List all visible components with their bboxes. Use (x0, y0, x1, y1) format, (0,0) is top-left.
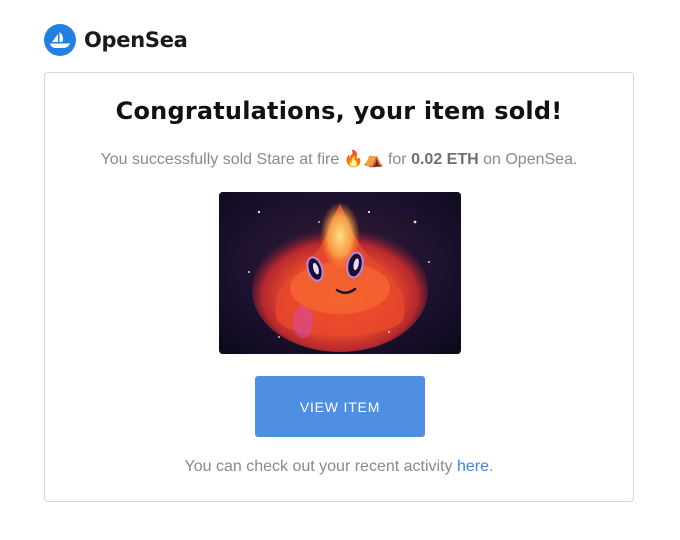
brand-name: OpenSea (84, 28, 188, 52)
footer-suffix: . (489, 458, 494, 475)
sale-notification-card: Congratulations, your item sold! You suc… (44, 72, 634, 502)
footer-prefix: You can check out your recent activity (184, 458, 457, 475)
view-item-button[interactable]: VIEW ITEM (255, 376, 425, 437)
recent-activity-note: You can check out your recent activity h… (45, 458, 633, 476)
sold-suffix: on OpenSea. (478, 151, 578, 168)
item-name: Stare at fire (256, 151, 340, 168)
sale-price: 0.02 ETH (411, 151, 479, 168)
recent-activity-link[interactable]: here (457, 458, 489, 475)
sold-prefix: You successfully sold (100, 151, 257, 168)
sold-middle: for (383, 151, 412, 168)
headline: Congratulations, your item sold! (115, 97, 563, 125)
opensea-sailboat-icon (44, 24, 76, 56)
opensea-brand: OpenSea (44, 24, 188, 56)
sale-summary: You successfully sold Stare at fire 🔥⛺ f… (45, 149, 633, 169)
nft-fire-creature-image[interactable] (219, 192, 461, 354)
item-emojis: 🔥⛺ (343, 149, 384, 168)
